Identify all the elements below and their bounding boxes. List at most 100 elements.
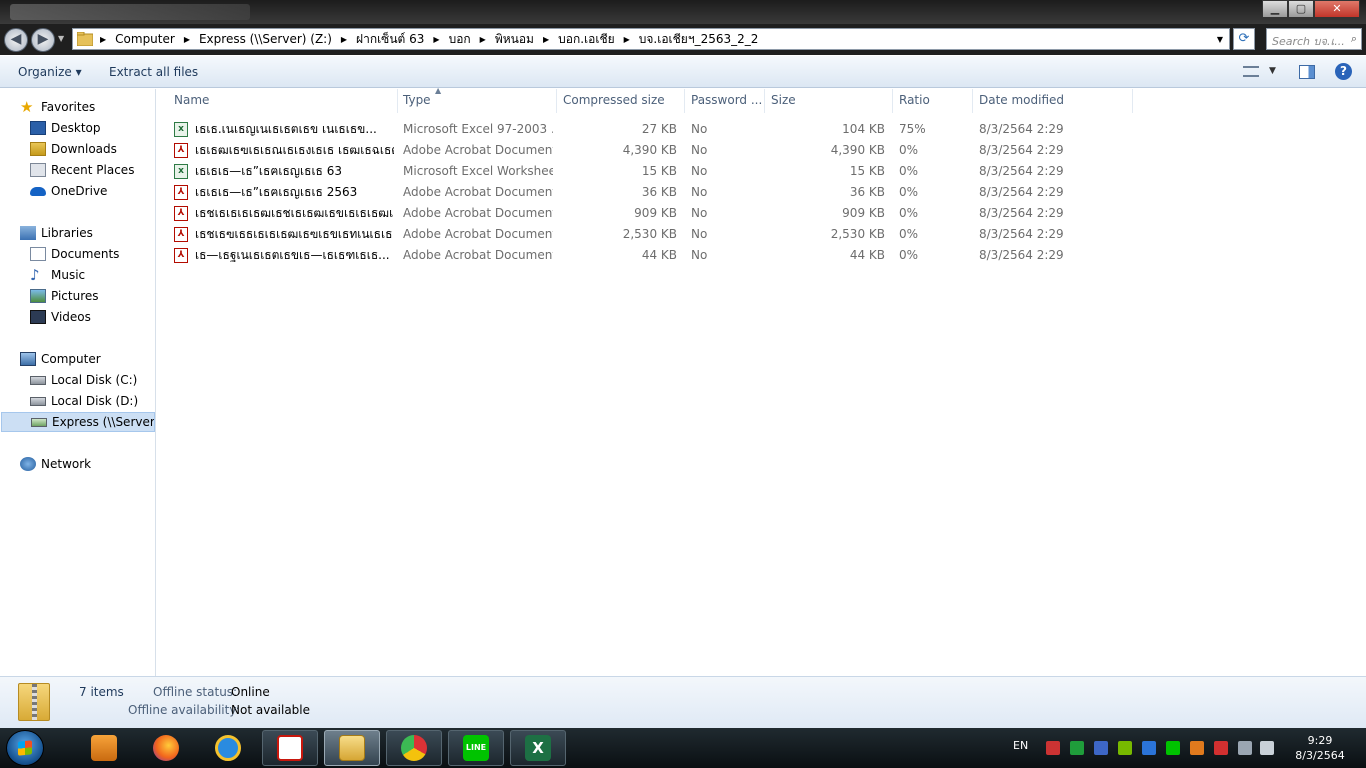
file-row[interactable]: x เธเธ.เนเธญเนเธเธตเธข เนเธเธข... Microsof… — [157, 119, 1137, 140]
line-icon: LINE — [463, 735, 489, 761]
view-options-icon[interactable] — [1243, 66, 1259, 77]
nav-documents[interactable]: Documents — [30, 244, 119, 264]
column-date-modified[interactable]: Date modified — [973, 89, 1133, 113]
nav-label: Favorites — [41, 100, 96, 114]
taskbar-line[interactable]: LINE — [448, 730, 504, 766]
file-name-cell[interactable]: ⅄ เธเธฒเธฃเธเธณเธเธงเธเธ เธฒเธฉเธต 2563 — [174, 140, 394, 161]
breadcrumb-folder-3[interactable]: พิหนอม — [495, 30, 534, 49]
maximize-button[interactable]: ▢ — [1288, 0, 1314, 18]
tray-network-icon[interactable] — [1238, 741, 1252, 755]
file-date-modified: 8/3/2564 2:29 — [979, 164, 1064, 178]
column-ratio[interactable]: Ratio — [893, 89, 973, 113]
file-name-cell[interactable]: ⅄ เธเธเธ—เธ”เธฅเธญเธเธ 2563 — [174, 182, 394, 203]
organize-button[interactable]: Organize ▾ — [18, 65, 82, 79]
recent-places-icon — [30, 163, 46, 177]
clock-date: 8/3/2564 — [1295, 749, 1345, 762]
breadcrumb-folder-2[interactable]: บอก — [449, 30, 471, 49]
help-icon[interactable]: ? — [1335, 63, 1352, 80]
taskbar-clock[interactable]: 9:29 8/3/2564 — [1284, 733, 1356, 763]
nav-label: Express (\\Server) (Z — [52, 415, 155, 429]
network-icon — [20, 457, 36, 471]
tray-shield-icon[interactable] — [1070, 741, 1084, 755]
file-row[interactable]: ⅄ เธเธฒเธฃเธเธณเธเธงเธเธ เธฒเธฉเธต 2563 Ad… — [157, 140, 1137, 161]
file-name-cell[interactable]: x เธเธ.เนเธญเนเธเธตเธข เนเธเธข... — [174, 119, 394, 140]
taskbar-media-player[interactable] — [76, 730, 132, 766]
file-name-cell[interactable]: ⅄ เธชเธเธเธเธฒเธชเธเธฒเธขเธเธเธฒเธ... — [174, 203, 394, 224]
breadcrumb-separator[interactable]: ▶ — [433, 35, 439, 44]
nav-music[interactable]: ♪ Music — [30, 265, 85, 285]
back-button[interactable]: ◀ — [4, 28, 28, 52]
forward-button[interactable]: ▶ — [31, 28, 55, 52]
column-type[interactable]: Type — [397, 89, 557, 113]
file-name-cell[interactable]: ⅄ เธ—เธฐเนเธเธตเธขเธ—เธเธฑเธเธ... — [174, 245, 394, 266]
nav-network[interactable]: Network — [20, 454, 91, 474]
breadcrumb-express[interactable]: Express (\\Server) (Z:) — [199, 32, 332, 46]
tray-volume-icon[interactable] — [1260, 741, 1274, 755]
column-size[interactable]: Size — [765, 89, 893, 113]
nav-downloads[interactable]: Downloads — [30, 139, 117, 159]
file-row[interactable]: x เธเธเธ—เธ”เธฅเธญเธเธ 63 Microsoft Excel … — [157, 161, 1137, 182]
tray-security-icon[interactable] — [1046, 741, 1060, 755]
nav-onedrive[interactable]: OneDrive — [30, 181, 107, 201]
nav-computer[interactable]: Computer — [20, 349, 101, 369]
breadcrumb-separator[interactable]: ▶ — [624, 35, 630, 44]
tray-update-icon[interactable] — [1094, 741, 1108, 755]
nav-local-disk-c[interactable]: Local Disk (C:) — [30, 370, 137, 390]
taskbar-excel[interactable]: X — [510, 730, 566, 766]
breadcrumb-separator[interactable]: ▶ — [543, 35, 549, 44]
taskbar-explorer[interactable] — [324, 730, 380, 766]
taskbar-internet-explorer[interactable] — [200, 730, 256, 766]
nav-pictures[interactable]: Pictures — [30, 286, 99, 306]
close-button[interactable]: ✕ — [1314, 0, 1360, 18]
file-name-cell[interactable]: ⅄ เธชเธฃเธธเธเธเธฒเธฃเธขเธทเนเธเธ เธฒเธฉเ… — [174, 224, 394, 245]
file-name-cell[interactable]: x เธเธเธ—เธ”เธฅเธญเธเธ 63 — [174, 161, 394, 182]
address-dropdown-icon[interactable]: ▼ — [1217, 35, 1223, 44]
nav-desktop[interactable]: Desktop — [30, 118, 101, 138]
recent-pages-dropdown[interactable]: ▼ — [58, 34, 64, 43]
minimize-button[interactable]: ▁ — [1262, 0, 1288, 18]
tray-nvidia-icon[interactable] — [1118, 741, 1132, 755]
breadcrumb-folder-4[interactable]: บอก.เอเชีย — [558, 30, 615, 49]
breadcrumb-separator[interactable]: ▶ — [341, 35, 347, 44]
search-input[interactable]: Search บจ.เ... ⌕ — [1266, 28, 1362, 50]
address-bar[interactable]: ▶ Computer ▶ Express (\\Server) (Z:) ▶ ฝ… — [72, 28, 1230, 50]
refresh-button[interactable]: ⟳ — [1233, 28, 1255, 50]
tray-notes-icon[interactable] — [1190, 741, 1204, 755]
nav-favorites[interactable]: ★ Favorites — [20, 97, 95, 117]
nav-recent-places[interactable]: Recent Places — [30, 160, 134, 180]
tray-line-icon[interactable] — [1166, 741, 1180, 755]
file-row[interactable]: ⅄ เธชเธเธเธเธฒเธชเธเธฒเธขเธเธเธฒเธ... Adob… — [157, 203, 1137, 224]
nav-local-disk-d[interactable]: Local Disk (D:) — [30, 391, 138, 411]
nav-label: Pictures — [51, 289, 99, 303]
preview-pane-icon[interactable] — [1299, 65, 1315, 79]
extract-all-button[interactable]: Extract all files — [109, 65, 198, 79]
start-button[interactable] — [6, 730, 44, 766]
breadcrumb-separator[interactable]: ▶ — [100, 35, 106, 44]
view-dropdown-icon[interactable]: ▼ — [1269, 66, 1276, 76]
breadcrumb-folder-1[interactable]: ฝากเซ็นต์ 63 — [356, 30, 424, 49]
nav-videos[interactable]: Videos — [30, 307, 91, 327]
nav-libraries[interactable]: Libraries — [20, 223, 93, 243]
breadcrumb-current[interactable]: บจ.เอเชียฯ_2563_2_2 — [639, 30, 759, 49]
file-row[interactable]: ⅄ เธเธเธ—เธ”เธฅเธญเธเธ 2563 Adobe Acrobat … — [157, 182, 1137, 203]
column-name[interactable]: Name — [168, 89, 398, 113]
taskbar-acrobat[interactable] — [262, 730, 318, 766]
nav-express-server[interactable]: Express (\\Server) (Z — [1, 412, 155, 432]
column-password[interactable]: Password ... — [685, 89, 765, 113]
file-row[interactable]: ⅄ เธชเธฃเธธเธเธเธฒเธฃเธขเธทเนเธเธ เธฒเธฉเ… — [157, 224, 1137, 245]
navigation-pane: ★ Favorites Desktop Downloads Recent Plac… — [0, 89, 156, 676]
column-compressed-size[interactable]: Compressed size — [557, 89, 685, 113]
breadcrumb-separator[interactable]: ▶ — [184, 35, 190, 44]
file-row[interactable]: ⅄ เธ—เธฐเนเธเธตเธขเธ—เธเธฑเธเธ... Adobe Ac… — [157, 245, 1137, 266]
breadcrumb-computer[interactable]: Computer — [115, 32, 175, 46]
excel-icon: x — [174, 122, 188, 137]
taskbar-firefox[interactable] — [138, 730, 194, 766]
tray-flag-icon[interactable] — [1214, 741, 1228, 755]
file-name: เธเธ.เนเธญเนเธเธตเธข เนเธเธข... — [195, 122, 377, 136]
tray-app-icon[interactable] — [1142, 741, 1156, 755]
taskbar-chrome[interactable] — [386, 730, 442, 766]
pictures-icon — [30, 289, 46, 303]
breadcrumb-separator[interactable]: ▶ — [480, 35, 486, 44]
media-player-icon — [91, 735, 117, 761]
language-indicator[interactable]: EN — [1013, 739, 1028, 752]
